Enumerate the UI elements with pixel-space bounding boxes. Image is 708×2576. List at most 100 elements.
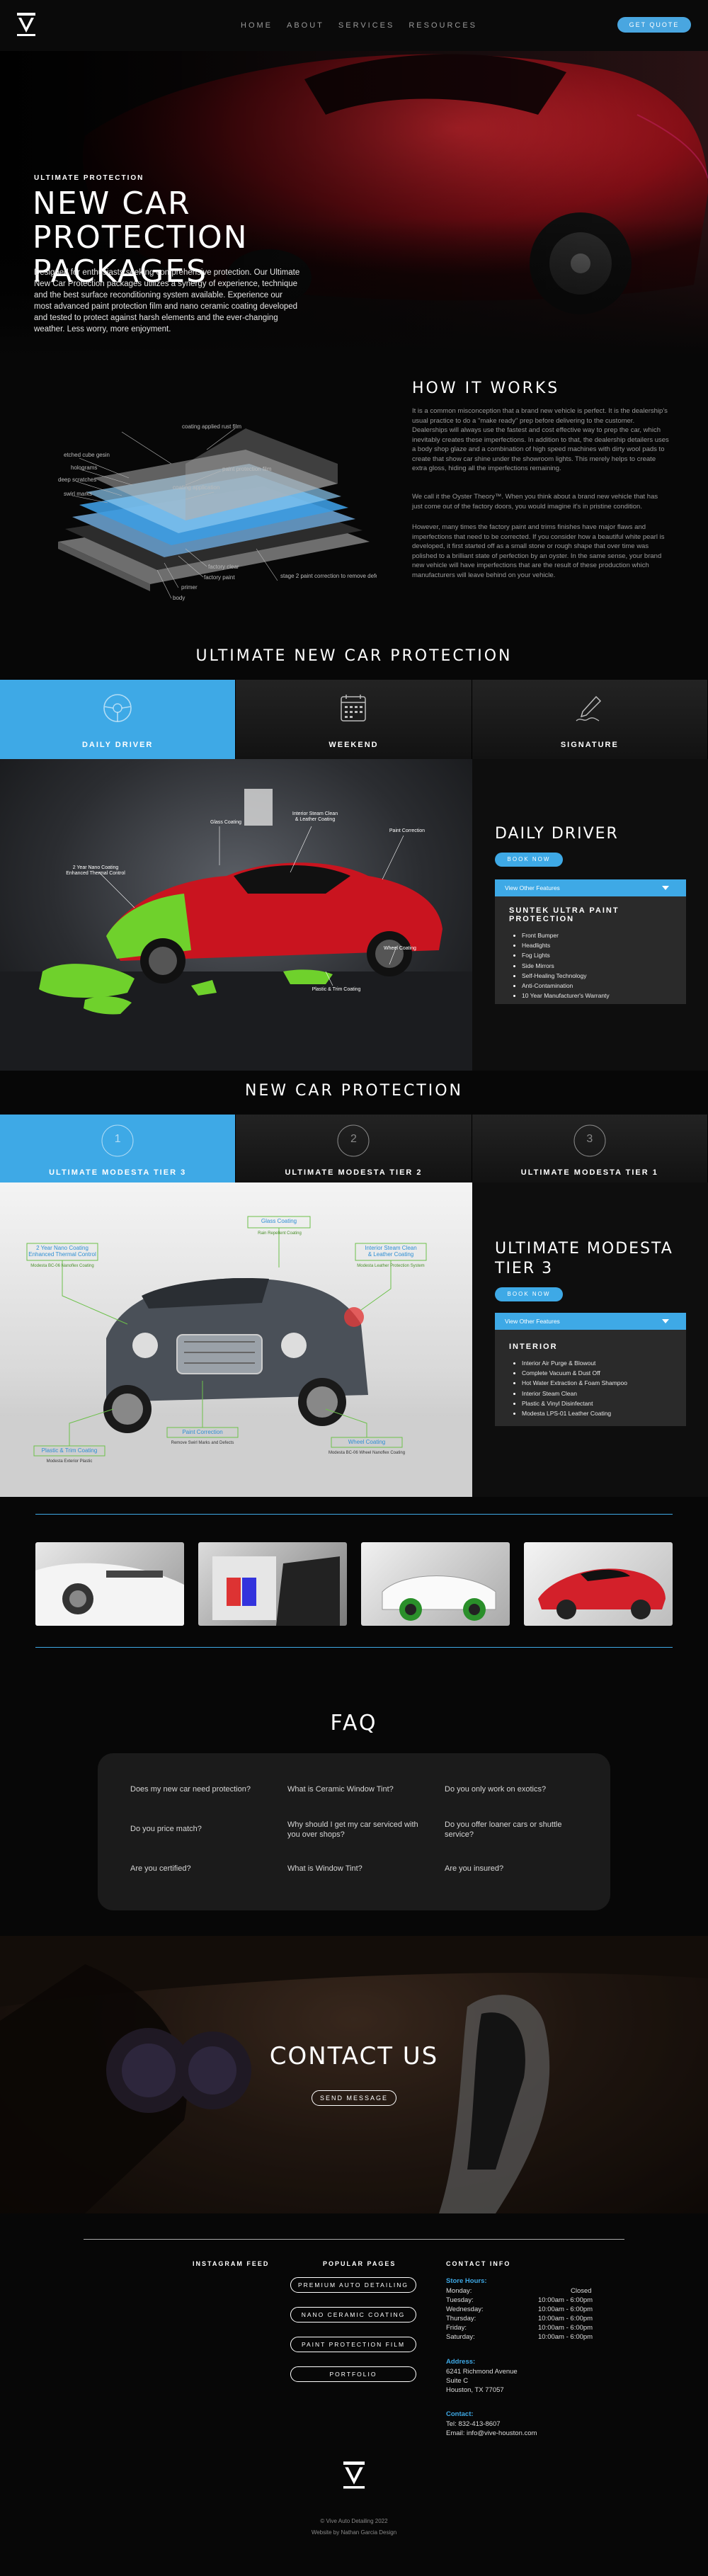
get-quote-button[interactable]: GET QUOTE <box>617 17 691 33</box>
view-other-features-dropdown[interactable]: View Other Features <box>495 1313 686 1330</box>
store-hours-label: Store Hours: <box>446 2277 487 2285</box>
features-box: SUNTEK ULTRA PAINT PROTECTION Front Bump… <box>495 896 686 1004</box>
divider-line <box>35 1514 673 1515</box>
footer-link-ppf[interactable]: PAINT PROTECTION FILM <box>290 2337 416 2352</box>
faq-question[interactable]: Why should I get my car serviced with yo… <box>287 1820 426 1840</box>
tab-label: ULTIMATE MODESTA TIER 3 <box>49 1168 187 1177</box>
gallery-thumb-range-rover[interactable] <box>35 1542 184 1626</box>
feature-item: Side Mirrors <box>513 961 686 971</box>
nav-link-about[interactable]: ABOUT <box>287 21 324 30</box>
ncp-tabs: 1 ULTIMATE MODESTA TIER 3 2 ULTIMATE MOD… <box>0 1115 708 1182</box>
tab-label: ULTIMATE MODESTA TIER 2 <box>285 1168 423 1177</box>
feature-item: Modesta LPS-01 Leather Coating <box>513 1408 686 1418</box>
nav-links: HOME ABOUT SERVICES RESOURCES <box>241 21 477 30</box>
features-list: Front Bumper Headlights Fog Lights Side … <box>513 930 686 1001</box>
contact-email[interactable]: Email: info@vive-houston.com <box>446 2429 537 2439</box>
designer-credit[interactable]: Website by Nathan Garcia Design <box>0 2529 708 2536</box>
nav-link-resources[interactable]: RESOURCES <box>409 21 477 30</box>
book-now-button[interactable]: BOOK NOW <box>495 1287 563 1301</box>
nav-link-home[interactable]: HOME <box>241 21 273 30</box>
contact-phone[interactable]: Tel: 832-413-8607 <box>446 2420 501 2429</box>
gallery-thumb-porsche[interactable] <box>361 1542 510 1626</box>
diag-label-etched: etched cube gesin <box>64 452 110 458</box>
vive-logo-icon[interactable] <box>16 11 37 38</box>
gallery-thumb-ferrari[interactable] <box>524 1542 673 1626</box>
tab-modesta-tier-1[interactable]: 3 ULTIMATE MODESTA TIER 1 <box>472 1115 708 1182</box>
view-other-features-dropdown[interactable]: View Other Features <box>495 879 686 896</box>
instagram-heading: INSTAGRAM FEED <box>193 2260 270 2267</box>
features-list: Interior Air Purge & Blowout Complete Va… <box>513 1358 686 1418</box>
feature-item: Anti-Contamination <box>513 981 686 991</box>
diag-label-holograms: holograms <box>71 465 97 471</box>
tab-modesta-tier-2[interactable]: 2 ULTIMATE MODESTA TIER 2 <box>236 1115 472 1182</box>
faq-question[interactable]: Are you insured? <box>445 1864 583 1874</box>
copyright-text: © Vive Auto Detailing 2022 <box>320 2518 388 2524</box>
hero-description: Designed for enthusiasts seeking compreh… <box>34 268 300 334</box>
tab-weekend[interactable]: WEEKEND <box>236 680 472 759</box>
diag-label-stage2: stage 2 paint correction to remove defec… <box>280 573 377 579</box>
calendar-icon <box>341 695 367 722</box>
book-now-button[interactable]: BOOK NOW <box>495 853 563 867</box>
feature-item: Interior Air Purge & Blowout <box>513 1358 686 1368</box>
label-nano-coating: 2 Year Nano Coating Enhanced Thermal Con… <box>28 1245 96 1258</box>
label-wheel-coating: Wheel Coating <box>384 946 416 951</box>
steering-wheel-icon <box>103 694 132 722</box>
label-paint-correction: Paint Correction <box>182 1429 223 1435</box>
tab-modesta-tier-3[interactable]: 1 ULTIMATE MODESTA TIER 3 <box>0 1115 236 1182</box>
hours-time: 10:00am - 6:00pm <box>538 2333 593 2341</box>
footer-link-portfolio[interactable]: PORTFOLIO <box>290 2366 416 2382</box>
label-wheel-sub: Modesta BC-06 Wheel Nanoflex Coating <box>328 1451 406 1455</box>
car-interior-background-image <box>0 1936 708 2213</box>
tab-label: SIGNATURE <box>560 741 619 749</box>
car-interior-photo <box>212 1556 340 1626</box>
feature-item: Fog Lights <box>513 950 686 960</box>
tab-label: WEEKEND <box>329 741 379 749</box>
diag-label-clear-coat: factory clear <box>208 564 239 570</box>
feature-item: Headlights <box>513 940 686 950</box>
features-box: INTERIOR Interior Air Purge & Blowout Co… <box>495 1330 686 1426</box>
label-plastic-trim: Plastic & Trim Coating <box>312 987 361 992</box>
contact-title: CONTACT US <box>269 2042 439 2070</box>
tab-daily-driver[interactable]: DAILY DRIVER <box>0 680 236 759</box>
footer-link-nano-ceramic[interactable]: NANO CERAMIC COATING <box>290 2307 416 2323</box>
label-glass-coating: Glass Coating <box>261 1218 297 1224</box>
hours-day: Thursday: <box>446 2315 476 2323</box>
hero-eyebrow: ULTIMATE PROTECTION <box>34 174 144 182</box>
faq-question[interactable]: Are you certified? <box>130 1864 269 1874</box>
features-heading: SUNTEK ULTRA PAINT PROTECTION <box>509 906 620 923</box>
faq-question[interactable]: Do you only work on exotics? <box>445 1784 583 1794</box>
package-title: DAILY DRIVER <box>495 825 619 843</box>
vive-footer-logo-icon[interactable] <box>341 2460 367 2491</box>
contact-label: Contact: <box>446 2410 474 2418</box>
paint-layers-diagram: coating applied rust film etched cube ge… <box>58 423 377 601</box>
tier-number: 2 <box>350 1133 357 1145</box>
tab-signature[interactable]: SIGNATURE <box>472 680 708 759</box>
gallery-thumb-interior[interactable] <box>198 1542 347 1626</box>
divider-line <box>35 1647 673 1648</box>
faq-question[interactable]: Do you price match? <box>130 1824 269 1834</box>
faq-question[interactable]: Does my new car need protection? <box>130 1784 269 1794</box>
hours-time: 10:00am - 6:00pm <box>538 2296 593 2304</box>
faq-question[interactable]: Do you offer loaner cars or shuttle serv… <box>445 1820 583 1840</box>
popular-pages-heading: POPULAR PAGES <box>323 2260 396 2267</box>
label-paint-sub: Remove Swirl Marks and Defects <box>171 1441 234 1445</box>
diag-label-deep-scratches: deep scratches <box>58 477 96 483</box>
faq-question[interactable]: What is Ceramic Window Tint? <box>287 1784 426 1794</box>
hero-banner: ULTIMATE PROTECTION NEW CAR PROTECTION P… <box>0 51 708 355</box>
faq-question[interactable]: What is Window Tint? <box>287 1864 426 1874</box>
red-ferrari-photo <box>538 1568 666 1619</box>
faq-title: FAQ <box>330 1711 378 1736</box>
package-title: ULTIMATE MODESTA TIER 3 <box>495 1240 673 1277</box>
footer-link-premium-detailing[interactable]: PREMIUM AUTO DETAILING <box>290 2277 416 2293</box>
label-wheel-coating: Wheel Coating <box>348 1439 386 1445</box>
label-glass-sub: Rain Repellent Coating <box>258 1231 302 1236</box>
feature-item: Interior Steam Clean <box>513 1389 686 1398</box>
features-heading: INTERIOR <box>509 1343 558 1351</box>
send-message-button[interactable]: SEND MESSAGE <box>312 2090 396 2106</box>
daily-driver-info-panel: DAILY DRIVER BOOK NOW View Other Feature… <box>472 759 708 1071</box>
label-plastic-trim: Plastic & Trim Coating <box>41 1447 98 1454</box>
ultimate-section-title: ULTIMATE NEW CAR PROTECTION <box>195 647 513 665</box>
red-sports-car-illustration <box>0 789 472 1071</box>
nav-link-services[interactable]: SERVICES <box>338 21 394 30</box>
tab-label: ULTIMATE MODESTA TIER 1 <box>520 1168 658 1177</box>
